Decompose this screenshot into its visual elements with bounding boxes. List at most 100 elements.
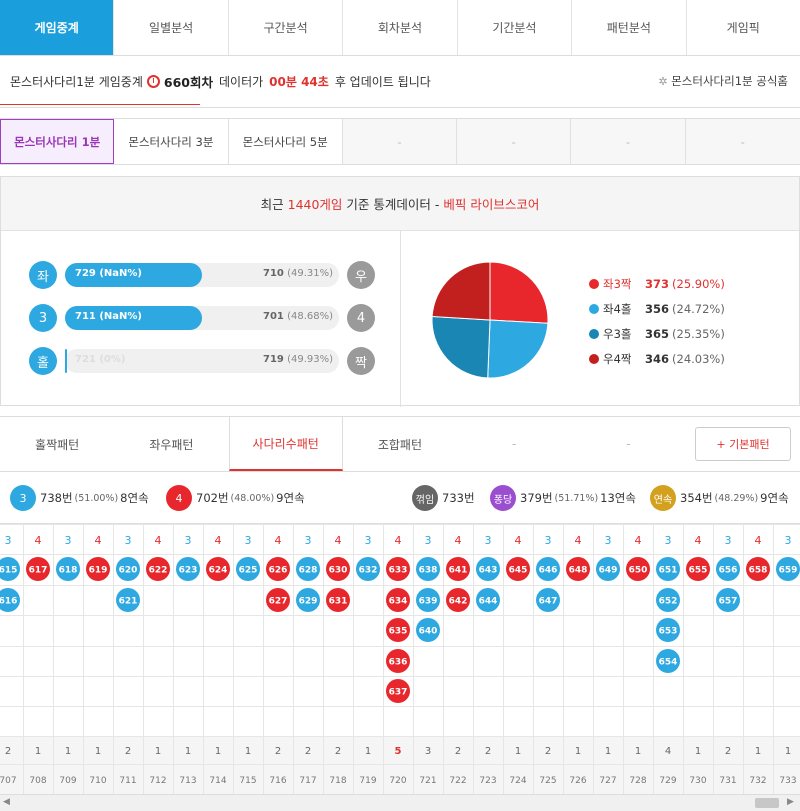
column-header: 3 (605, 534, 612, 547)
summary-streak: 9연속 (760, 491, 789, 505)
result-ball: 634 (386, 588, 410, 612)
legend-dot (589, 328, 599, 339)
subtab-empty: - (342, 119, 458, 164)
result-ball: 628 (296, 557, 320, 581)
column-header: 4 (755, 534, 762, 547)
svg-text:638: 638 (419, 566, 438, 576)
ptab-odd-even[interactable]: 홀짝패턴 (0, 417, 114, 471)
left-count: 729 (NaN%) (75, 268, 143, 279)
basic-pattern-button[interactable]: + 기본패턴 (695, 427, 791, 461)
svg-text:617: 617 (29, 566, 48, 576)
legend-dot (589, 353, 599, 364)
round-number: 714 (209, 776, 226, 786)
svg-text:626: 626 (269, 566, 288, 576)
legend-value: 373 (645, 276, 670, 291)
round-number: 720 (389, 776, 406, 786)
horizontal-scrollbar[interactable]: ◀ ▶ (0, 794, 800, 811)
ptab-ladder-count[interactable]: 사다리수패턴 (228, 417, 343, 471)
round-number: 717 (299, 776, 316, 786)
tab-round-analysis[interactable]: 회차분석 (343, 0, 458, 55)
ratio-track: 721 (0%) 719 (49.93%) (65, 349, 339, 373)
round-number: 711 (119, 776, 136, 786)
legend-pct: (25.35%) (672, 326, 725, 341)
svg-text:618: 618 (59, 566, 78, 576)
right-icon: 우 (347, 261, 375, 289)
column-header: 3 (485, 534, 492, 547)
subtab-empty: - (571, 119, 686, 164)
result-ball: 659 (776, 557, 800, 581)
three-icon: 3 (29, 304, 57, 332)
svg-text:624: 624 (209, 566, 228, 576)
streak-count: 1 (575, 746, 581, 757)
svg-text:635: 635 (389, 627, 408, 637)
subtab-monster-1min[interactable]: 몬스터사다리 1분 (0, 119, 115, 164)
summary-streak: 8연속 (120, 491, 149, 505)
ptab-left-right[interactable]: 좌우패턴 (114, 417, 228, 471)
svg-text:641: 641 (449, 566, 468, 576)
result-ball: 625 (236, 557, 260, 581)
tab-period-analysis[interactable]: 기간분석 (457, 0, 573, 55)
subtab-monster-5min[interactable]: 몬스터사다리 5분 (228, 119, 343, 164)
round-number: 709 (59, 776, 76, 786)
round-number: 719 (359, 776, 376, 786)
streak-count: 1 (95, 746, 101, 757)
svg-text:637: 637 (389, 688, 408, 698)
stats-title-mid: 기준 통계데이터 - (346, 197, 440, 212)
result-ball: 620 (116, 557, 140, 581)
round-number: 727 (599, 776, 616, 786)
result-ball: 645 (506, 557, 530, 581)
result-ball: 636 (386, 649, 410, 673)
svg-text:633: 633 (389, 566, 408, 576)
countdown: 00분 44초 (269, 75, 329, 89)
official-home-link[interactable]: ✲ 몬스터사다리1분 공식홈 (658, 73, 788, 89)
legend-value: 356 (645, 301, 670, 316)
result-ball: 622 (146, 557, 170, 581)
ratio-row-3-4: 3 711 (NaN%) 701 (48.68%) 4 (29, 304, 375, 332)
svg-text:654: 654 (659, 658, 678, 668)
round-number: 724 (509, 776, 526, 786)
svg-text:657: 657 (719, 597, 738, 607)
streak-count: 2 (545, 746, 551, 757)
result-ball: 641 (446, 557, 470, 581)
subtab-empty: - (685, 119, 800, 164)
column-header: 4 (335, 534, 342, 547)
column-header: 3 (65, 534, 72, 547)
scroll-right-icon[interactable]: ▶ (787, 797, 794, 807)
svg-text:659: 659 (779, 566, 798, 576)
summary-turn: 꺾임 733번 (412, 485, 475, 511)
pattern-summary: 3 738번 (51.00%) 8연속 4 702번 (48.00%) 9연속 꺾임 7… (0, 472, 800, 524)
right-count-value: 719 (263, 354, 284, 365)
column-header: 3 (785, 534, 792, 547)
subtab-monster-3min[interactable]: 몬스터사다리 3분 (114, 119, 229, 164)
svg-text:655: 655 (689, 566, 708, 576)
ratio-bars: 좌 729 (NaN%) 710 (49.31%) 우 3 711 (NaN%)… (1, 231, 401, 407)
streak-count: 2 (5, 746, 11, 757)
ratio-track: 729 (NaN%) 710 (49.31%) (65, 263, 339, 287)
tab-daily-analysis[interactable]: 일별분석 (114, 0, 229, 55)
pie-slice (487, 319, 549, 379)
scroll-thumb[interactable] (755, 798, 779, 808)
tab-game-live[interactable]: 게임중계 (0, 0, 115, 55)
result-ball: 624 (206, 557, 230, 581)
column-header: 4 (455, 534, 462, 547)
pattern-grid: 3 615 616 2 707 4 617 1 708 3 618 1 709 4 619 1 710 3 620 6… (0, 524, 800, 811)
tab-pattern-analysis[interactable]: 패턴분석 (572, 0, 687, 55)
scroll-left-icon[interactable]: ◀ (3, 797, 10, 807)
right-count-pct: (48.68%) (287, 311, 333, 322)
tab-range-analysis[interactable]: 구간분석 (228, 0, 344, 55)
ptab-combo[interactable]: 조합패턴 (343, 417, 457, 471)
svg-text:647: 647 (539, 597, 558, 607)
game-type-tabs: 몬스터사다리 1분 몬스터사다리 3분 몬스터사다리 5분 - - - - (0, 118, 800, 165)
round-number: 722 (449, 776, 466, 786)
column-header: 4 (635, 534, 642, 547)
svg-text:650: 650 (629, 566, 648, 576)
tab-game-pick[interactable]: 게임픽 (686, 0, 800, 55)
streak-count: 1 (365, 746, 371, 757)
odd-icon: 홀 (29, 347, 57, 375)
ratio-row-odd-even: 홀 721 (0%) 719 (49.93%) 짝 (29, 347, 375, 375)
column-header: 3 (725, 534, 732, 547)
svg-text:620: 620 (119, 566, 138, 576)
streak-count: 2 (125, 746, 131, 757)
svg-text:646: 646 (539, 566, 558, 576)
round-number: 728 (629, 776, 646, 786)
